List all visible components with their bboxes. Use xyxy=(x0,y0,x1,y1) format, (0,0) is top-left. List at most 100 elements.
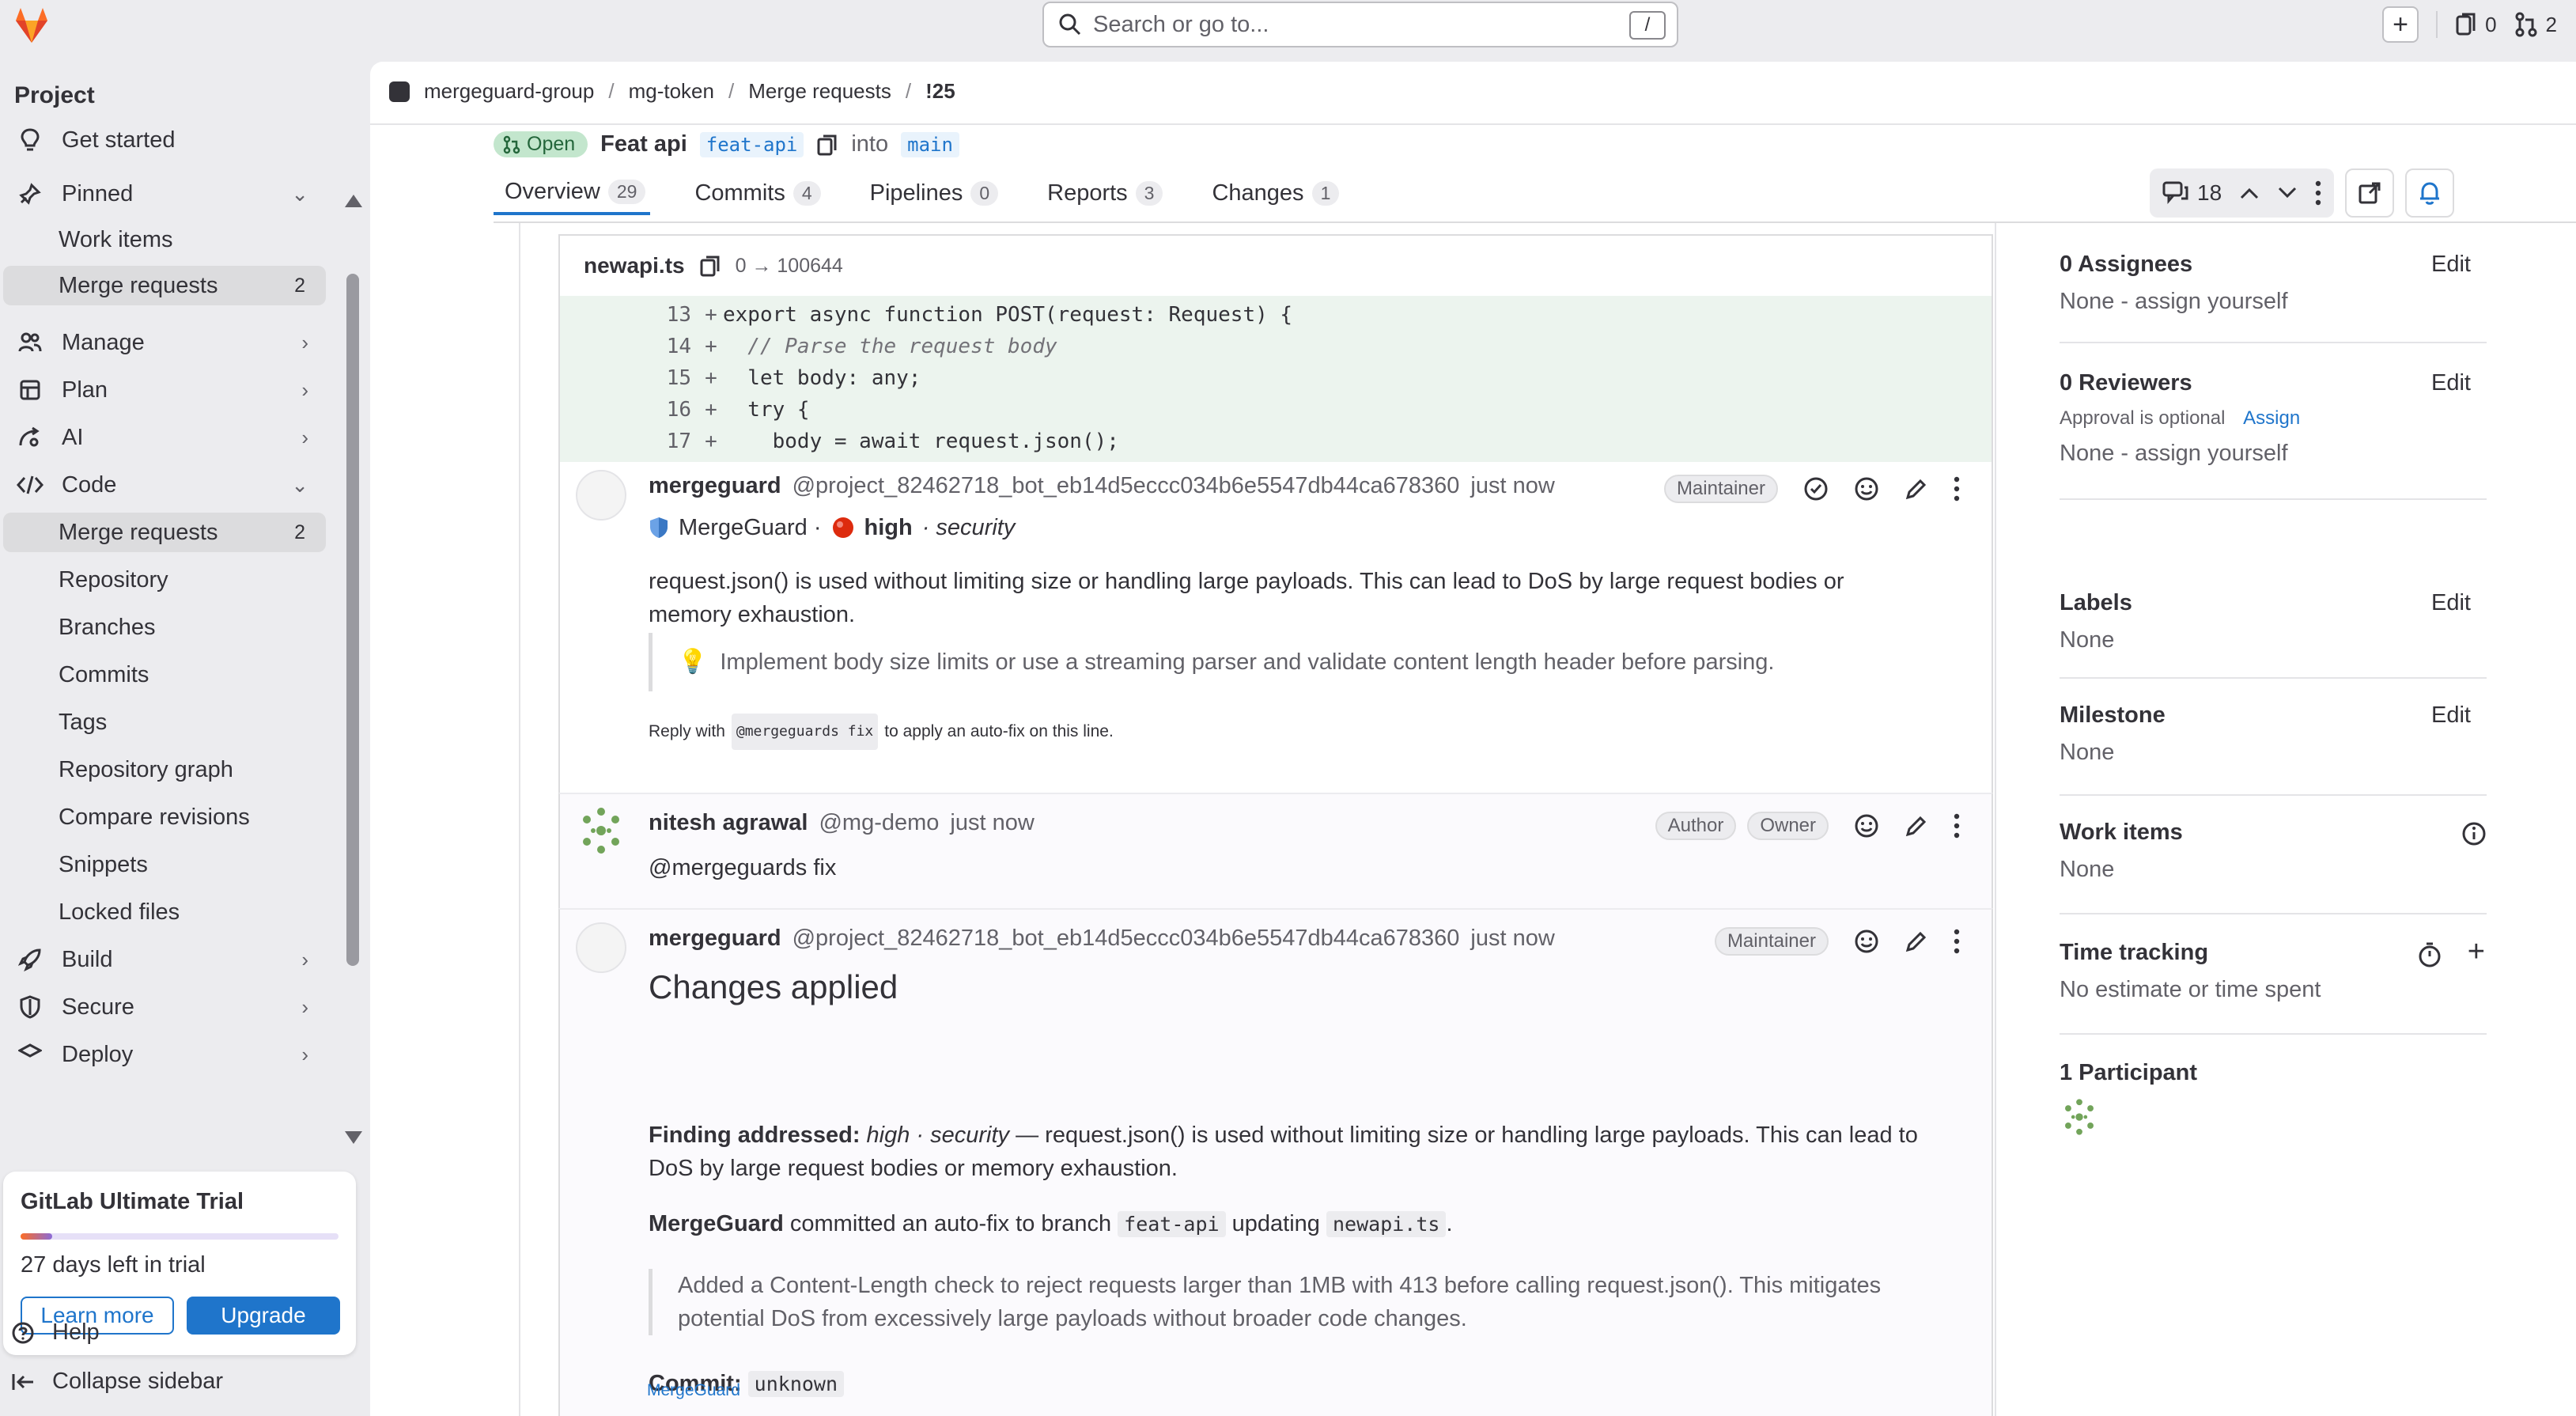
avatar[interactable] xyxy=(576,922,626,973)
line-code: let body: any; xyxy=(723,366,921,390)
note-author[interactable]: nitesh agrawal xyxy=(649,810,808,836)
sidebar-item-compare-revisions[interactable]: Compare revisions xyxy=(3,797,326,837)
tab-reports[interactable]: Reports 3 xyxy=(1036,171,1167,215)
group-avatar xyxy=(389,81,410,102)
mr-tabs: Overview 29 Commits 4 Pipelines 0 Reports 3 … xyxy=(494,171,1344,223)
issues-count-button[interactable]: 0 xyxy=(2455,12,2497,37)
comments-button[interactable]: 18 xyxy=(2162,180,2222,206)
sidebar-item-merge-requests-pinned[interactable]: Merge requests 2 xyxy=(3,266,326,305)
upgrade-button[interactable]: Upgrade xyxy=(187,1297,340,1335)
diff-line: 13 + export async function POST(request: R… xyxy=(560,299,1992,331)
sidebar-item-get-started[interactable]: Get started xyxy=(3,125,326,160)
note-time[interactable]: just now xyxy=(950,810,1034,836)
sidebar-item-plan[interactable]: Plan › xyxy=(3,370,326,410)
edit-pencil-icon[interactable] xyxy=(1905,477,1928,501)
note-header: nitesh agrawal @mg-demo just now xyxy=(649,810,1035,836)
sidebar-item-commits[interactable]: Commits xyxy=(3,655,326,695)
more-actions-icon[interactable] xyxy=(1954,928,1960,955)
sidebar-item-label: Deploy xyxy=(62,1041,134,1067)
gitlab-logo-icon[interactable] xyxy=(9,3,54,47)
chevron-up-icon[interactable] xyxy=(2239,186,2260,200)
sidebar-item-branches[interactable]: Branches xyxy=(3,608,326,647)
tab-changes[interactable]: Changes 1 xyxy=(1201,171,1344,215)
note-actions: Maintainer xyxy=(1663,475,1960,503)
comment-note: nitesh agrawal @mg-demo just now Author … xyxy=(558,793,1993,908)
finding-severity: high · security xyxy=(866,1123,1010,1148)
copy-icon[interactable] xyxy=(699,254,721,278)
mergeguard-footer-link[interactable]: MergeGuard xyxy=(647,1381,740,1400)
tab-pipelines[interactable]: Pipelines 0 xyxy=(859,171,1003,215)
sidebar-item-code[interactable]: Code ⌄ xyxy=(3,465,326,505)
note-author[interactable]: mergeguard xyxy=(649,473,781,499)
breadcrumb-merge-requests[interactable]: Merge requests xyxy=(748,79,891,104)
emoji-reaction-icon[interactable] xyxy=(1854,476,1879,502)
sidebar-item-merge-requests[interactable]: Merge requests 2 xyxy=(3,513,326,552)
more-actions-icon[interactable] xyxy=(1954,812,1960,839)
more-actions-icon[interactable] xyxy=(2315,180,2321,206)
sidebar-item-deploy[interactable]: Deploy › xyxy=(3,1035,326,1074)
scroll-up-arrow-icon[interactable] xyxy=(345,195,362,207)
chevron-down-icon[interactable] xyxy=(2277,186,2298,200)
edit-pencil-icon[interactable] xyxy=(1905,814,1928,838)
edit-pencil-icon[interactable] xyxy=(1905,929,1928,953)
merge-request-open-icon xyxy=(503,135,520,153)
copy-icon[interactable] xyxy=(816,133,838,157)
sidebar-item-build[interactable]: Build › xyxy=(3,940,326,979)
mr-count-button[interactable]: 2 xyxy=(2514,12,2557,37)
emoji-reaction-icon[interactable] xyxy=(1854,929,1879,954)
avatar[interactable] xyxy=(576,805,626,856)
sidebar-item-work-items[interactable]: Work items xyxy=(3,220,326,259)
note-handle[interactable]: @mg-demo xyxy=(819,810,939,836)
tab-overview[interactable]: Overview 29 xyxy=(494,171,651,215)
create-new-button[interactable]: + xyxy=(2382,6,2419,43)
emoji-reaction-icon[interactable] xyxy=(1854,813,1879,839)
reviewers-optional: Approval is optional Assign xyxy=(2060,407,2487,430)
reply-hint-text: Reply with xyxy=(649,722,725,740)
stopwatch-icon[interactable] xyxy=(2417,941,2442,968)
reviewers-value[interactable]: None - assign yourself xyxy=(2060,441,2487,467)
target-branch[interactable]: main xyxy=(901,131,959,157)
source-branch[interactable]: feat-api xyxy=(699,131,804,157)
sidebar-item-locked-files[interactable]: Locked files xyxy=(3,892,326,932)
sidebar-item-pinned[interactable]: Pinned ⌄ xyxy=(3,174,326,214)
sidebar-item-snippets[interactable]: Snippets xyxy=(3,845,326,884)
help-button[interactable]: Help xyxy=(11,1319,100,1346)
breadcrumb-mr-id[interactable]: !25 xyxy=(925,79,955,104)
tab-count: 4 xyxy=(792,180,821,206)
sidebar-item-ai[interactable]: AI › xyxy=(3,418,326,457)
assignees-value[interactable]: None - assign yourself xyxy=(2060,289,2487,315)
assignees-edit-button[interactable]: Edit xyxy=(2431,252,2471,278)
reviewers-assign-link[interactable]: Assign xyxy=(2243,407,2300,429)
tab-commits[interactable]: Commits 4 xyxy=(683,171,825,215)
avatar[interactable] xyxy=(576,470,626,521)
diff-filename[interactable]: newapi.ts xyxy=(584,253,685,278)
note-time[interactable]: just now xyxy=(1470,926,1554,952)
note-time[interactable]: just now xyxy=(1470,473,1554,499)
breadcrumb-project[interactable]: mg-token xyxy=(629,79,714,104)
note-handle[interactable]: @project_82462718_bot_eb14d5eccc034b6e55… xyxy=(792,473,1460,499)
participant-avatar[interactable] xyxy=(2060,1097,2099,1137)
sidebar-item-repository[interactable]: Repository xyxy=(3,560,326,600)
labels-edit-button[interactable]: Edit xyxy=(2431,590,2471,616)
open-new-tab-button[interactable] xyxy=(2345,168,2395,218)
note-handle[interactable]: @project_82462718_bot_eb14d5eccc034b6e55… xyxy=(792,926,1460,952)
info-icon[interactable] xyxy=(2461,821,2487,846)
more-actions-icon[interactable] xyxy=(1954,475,1960,502)
milestone-edit-button[interactable]: Edit xyxy=(2431,702,2471,729)
sidebar-scrollbar[interactable] xyxy=(346,274,359,966)
add-time-button[interactable]: + xyxy=(2468,935,2485,969)
reviewers-edit-button[interactable]: Edit xyxy=(2431,370,2471,396)
notifications-button[interactable] xyxy=(2405,168,2455,218)
resolve-thread-icon[interactable] xyxy=(1803,476,1829,502)
breadcrumb-group[interactable]: mergeguard-group xyxy=(424,79,594,104)
scroll-down-arrow-icon[interactable] xyxy=(345,1131,362,1144)
note-author[interactable]: mergeguard xyxy=(649,926,781,952)
sidebar-item-secure[interactable]: Secure › xyxy=(3,987,326,1027)
sidebar-item-tags[interactable]: Tags xyxy=(3,702,326,742)
sidebar-item-repository-graph[interactable]: Repository graph xyxy=(3,750,326,789)
chevron-down-icon: ⌄ xyxy=(291,181,308,206)
search-input[interactable]: Search or go to... / xyxy=(1042,2,1678,47)
collapse-sidebar-button[interactable]: Collapse sidebar xyxy=(11,1369,223,1395)
sidebar-item-manage[interactable]: Manage › xyxy=(3,323,326,362)
milestone-title: Milestone xyxy=(2060,702,2166,728)
